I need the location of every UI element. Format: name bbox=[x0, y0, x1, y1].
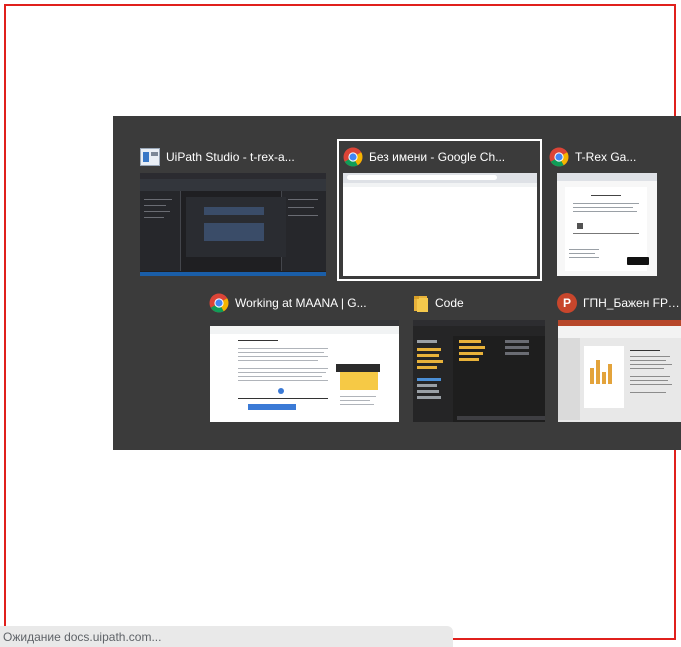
powerpoint-icon: P bbox=[557, 293, 577, 313]
task-switcher: UiPath Studio - t-rex-a... Без имени - G… bbox=[113, 116, 681, 450]
window-tile-trex-game[interactable]: T-Rex Ga... bbox=[549, 146, 681, 276]
window-tile-chrome-maana[interactable]: Working at MAANA | G... bbox=[209, 292, 401, 424]
chrome-icon bbox=[549, 147, 569, 167]
status-text: Ожидание docs.uipath.com... bbox=[3, 629, 162, 644]
window-tile-file-explorer-code[interactable]: Code bbox=[413, 292, 549, 424]
window-tile-uipath-studio[interactable]: UiPath Studio - t-rex-a... bbox=[140, 146, 330, 276]
window-title: UiPath Studio - t-rex-a... bbox=[166, 150, 295, 164]
window-tile-header: Без имени - Google Ch... bbox=[343, 146, 539, 168]
window-tile-header: UiPath Studio - t-rex-a... bbox=[140, 146, 330, 168]
window-thumbnail bbox=[140, 173, 326, 276]
window-thumbnail bbox=[343, 173, 537, 276]
window-tile-header: P ГПН_Бажен FP 2... bbox=[557, 292, 681, 314]
window-title: Code bbox=[435, 296, 464, 310]
chrome-icon bbox=[343, 147, 363, 167]
window-title: T-Rex Ga... bbox=[575, 150, 637, 164]
window-thumbnail bbox=[210, 320, 399, 422]
window-title: Working at MAANA | G... bbox=[235, 296, 367, 310]
window-tile-header: T-Rex Ga... bbox=[549, 146, 681, 168]
window-thumbnail bbox=[413, 320, 545, 422]
window-tile-header: Working at MAANA | G... bbox=[209, 292, 401, 314]
window-title: Без имени - Google Ch... bbox=[369, 150, 506, 164]
window-tile-powerpoint[interactable]: P ГПН_Бажен FP 2... bbox=[557, 292, 681, 424]
window-thumbnail bbox=[557, 173, 657, 276]
uipath-icon bbox=[140, 148, 160, 166]
window-tile-chrome-blank[interactable]: Без имени - Google Ch... bbox=[343, 146, 539, 276]
window-tile-header: Code bbox=[413, 292, 549, 314]
folder-icon bbox=[414, 296, 428, 312]
chrome-icon bbox=[209, 293, 229, 313]
window-title: ГПН_Бажен FP 2... bbox=[583, 296, 681, 310]
browser-status-bar: Ожидание docs.uipath.com... bbox=[0, 626, 453, 647]
window-thumbnail bbox=[558, 320, 681, 422]
